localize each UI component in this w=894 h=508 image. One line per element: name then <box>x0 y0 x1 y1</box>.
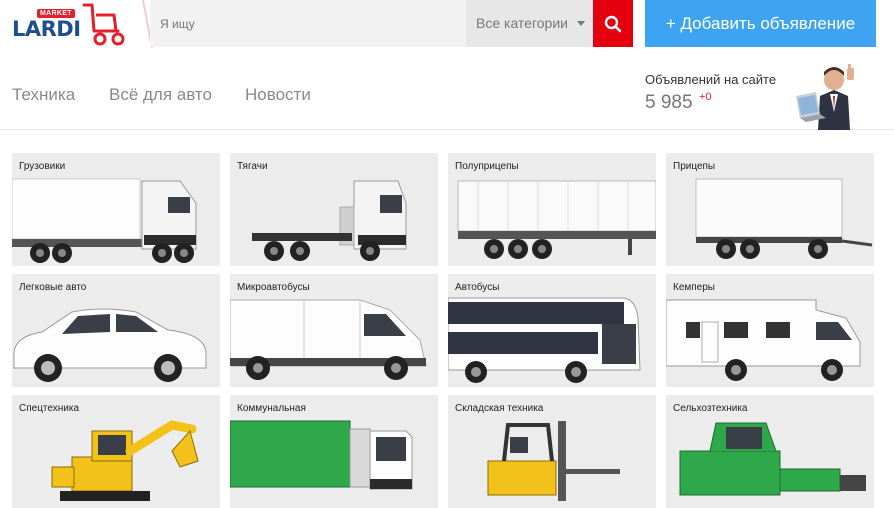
camper-image <box>666 299 861 381</box>
bus-image <box>448 297 641 383</box>
logo-truck-icon <box>82 3 125 46</box>
category-label: Прицепы <box>673 161 716 172</box>
listings-counter-delta: +0 <box>699 91 712 103</box>
semi-trailer-image <box>457 180 656 259</box>
search-icon <box>604 15 622 32</box>
category-label: Складская техника <box>455 403 544 414</box>
category-label: Легковые авто <box>19 282 87 293</box>
category-tile-trailers[interactable]: Прицепы <box>666 153 874 266</box>
category-tile-tractor-units[interactable]: Тягачи <box>230 153 438 266</box>
category-tile-buses[interactable]: Автобусы <box>448 274 656 387</box>
search-field[interactable] <box>150 0 466 47</box>
chevron-down-icon <box>577 21 585 26</box>
category-tile-municipal[interactable]: Коммунальная <box>230 395 438 508</box>
add-listing-button[interactable]: + Добавить объявление <box>645 0 876 47</box>
businessman-laptop-illustration <box>796 64 854 130</box>
category-select-value: Все категории <box>476 15 568 31</box>
minibus-image <box>230 299 427 380</box>
truck-image <box>12 178 197 263</box>
category-tile-agricultural[interactable]: Сельхозтехника <box>666 395 874 508</box>
combine-harvester-image <box>679 422 866 496</box>
category-label: Полуприцепы <box>455 161 519 172</box>
category-label: Микроавтобусы <box>237 282 310 293</box>
category-tile-semi-trailers[interactable]: Полуприцепы <box>448 153 656 266</box>
category-label: Коммунальная <box>237 403 306 414</box>
category-label: Спецтехника <box>19 403 79 414</box>
trailer-image <box>695 178 873 259</box>
garbage-truck-image <box>230 420 413 490</box>
category-tile-cars[interactable]: Легковые авто <box>12 274 220 387</box>
category-tile-campers[interactable]: Кемперы <box>666 274 874 387</box>
category-label: Тягачи <box>237 161 268 172</box>
nav-item-technika[interactable]: Техника <box>12 85 75 105</box>
category-tile-minibuses[interactable]: Микроавтобусы <box>230 274 438 387</box>
forklift-image <box>487 421 620 501</box>
listings-counter-value: 5 985 <box>645 92 693 113</box>
excavator-image <box>51 420 199 501</box>
logo-brand-text: LARDI <box>12 17 81 41</box>
header: MARKET LARDI Все категории + Добавить об… <box>0 0 894 48</box>
car-image <box>13 308 207 382</box>
nav-item-news[interactable]: Новости <box>245 85 311 105</box>
listings-counter-label: Объявлений на сайте <box>645 72 777 87</box>
category-label: Кемперы <box>673 282 715 293</box>
category-select[interactable]: Все категории <box>466 0 593 47</box>
search-input[interactable] <box>150 0 466 47</box>
lardi-logo[interactable]: MARKET LARDI <box>10 0 135 48</box>
tractor-unit-image <box>252 180 407 261</box>
category-label: Автобусы <box>455 282 500 293</box>
category-tile-special-equipment[interactable]: Спецтехника <box>12 395 220 508</box>
nav-item-auto-parts[interactable]: Всё для авто <box>109 85 212 105</box>
category-tile-trucks[interactable]: Грузовики <box>12 153 220 266</box>
category-label: Сельхозтехника <box>673 403 748 414</box>
category-tile-warehouse-equipment[interactable]: Складская техника <box>448 395 656 508</box>
search-button[interactable] <box>593 0 633 47</box>
main-nav: Техника Всё для авто Новости Объявлений … <box>0 48 894 130</box>
category-label: Грузовики <box>19 161 66 172</box>
